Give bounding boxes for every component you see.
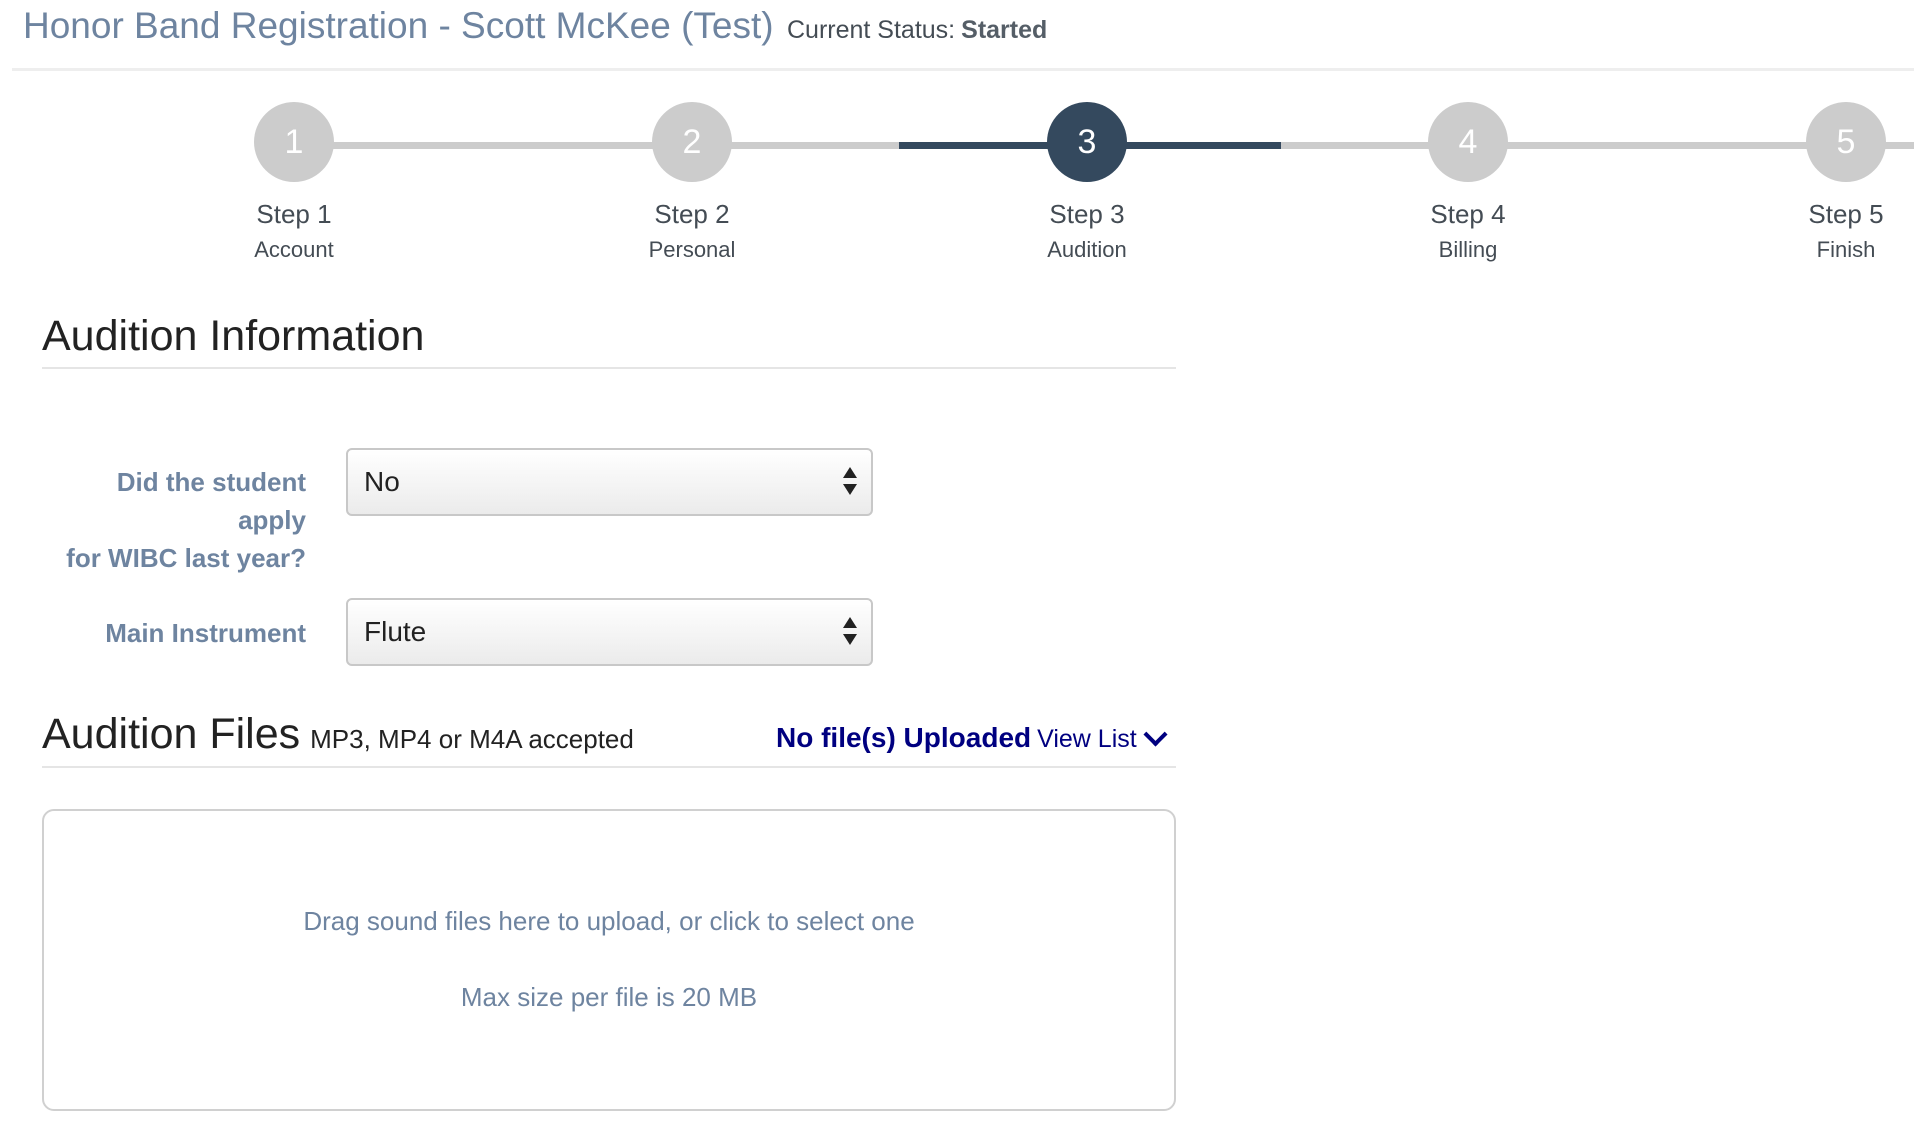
step-number: 1 <box>254 102 334 182</box>
page-header: Honor Band Registration - Scott McKee (T… <box>12 0 1914 71</box>
status-badge: Started <box>961 16 1048 44</box>
step-1[interactable]: 1 Step 1 Account <box>164 95 424 264</box>
step-number: 2 <box>652 102 732 182</box>
select-value: Flute <box>364 616 427 647</box>
step-5[interactable]: 5 Step 5 Finish <box>1716 95 1914 264</box>
step-subtitle: Account <box>254 237 334 262</box>
dropzone-max-size: Max size per file is 20 MB <box>460 982 758 1012</box>
step-number: 3 <box>1047 102 1127 182</box>
step-3[interactable]: 3 Step 3 Audition <box>957 95 1217 264</box>
section-title: Audition Files <box>42 710 301 758</box>
step-subtitle: Billing <box>1438 237 1498 262</box>
progress-stepper: 1 Step 1 Account 2 Step 2 Personal 3 Ste… <box>0 95 1914 275</box>
view-list-toggle[interactable]: View List <box>1037 722 1168 753</box>
label-line: Did the student <box>116 467 306 497</box>
current-status: Current Status: Started <box>787 14 1047 46</box>
step-title: Step 2 <box>654 199 730 229</box>
registration-page: Honor Band Registration - Scott McKee (T… <box>0 0 1914 1130</box>
accepted-formats: MP3, MP4 or M4A accepted <box>310 724 634 754</box>
chevron-down-icon <box>1143 722 1168 747</box>
section-title: Audition Information <box>42 312 425 360</box>
main-instrument-label: Main Instrument <box>105 618 306 648</box>
label-line: for WIBC last year? <box>66 543 306 573</box>
step-2[interactable]: 2 Step 2 Personal <box>562 95 822 264</box>
step-title: Step 5 <box>1808 199 1884 229</box>
file-dropzone[interactable]: Drag sound files here to upload, or clic… <box>42 809 1176 1111</box>
step-title: Step 3 <box>1049 199 1125 229</box>
page-title: Honor Band Registration - Scott McKee (T… <box>23 5 774 46</box>
select-arrows-icon <box>843 617 859 647</box>
status-label: Current Status: <box>787 16 956 44</box>
step-subtitle: Personal <box>648 237 736 262</box>
step-subtitle: Finish <box>1816 237 1876 262</box>
step-number: 5 <box>1806 102 1886 182</box>
dropzone-instructions: Drag sound files here to upload, or clic… <box>303 906 915 936</box>
step-subtitle: Audition <box>1047 237 1127 262</box>
select-value: No <box>364 466 400 497</box>
select-arrows-icon <box>843 467 859 497</box>
step-number: 4 <box>1428 102 1508 182</box>
uploaded-count: No file(s) Uploaded <box>776 722 1032 753</box>
view-list-label: View List <box>1037 725 1137 753</box>
applied-last-year-label: Did the student apply for WIBC last year… <box>46 463 306 577</box>
step-title: Step 4 <box>1430 199 1506 229</box>
step-4[interactable]: 4 Step 4 Billing <box>1338 95 1598 264</box>
audition-information-section: Audition Information <box>42 310 1176 369</box>
uploaded-files-status: No file(s) Uploaded View List <box>776 721 1168 760</box>
applied-last-year-select[interactable]: No <box>346 448 873 516</box>
main-instrument-select[interactable]: Flute <box>346 598 873 666</box>
label-line: apply <box>238 505 306 535</box>
step-title: Step 1 <box>256 199 332 229</box>
